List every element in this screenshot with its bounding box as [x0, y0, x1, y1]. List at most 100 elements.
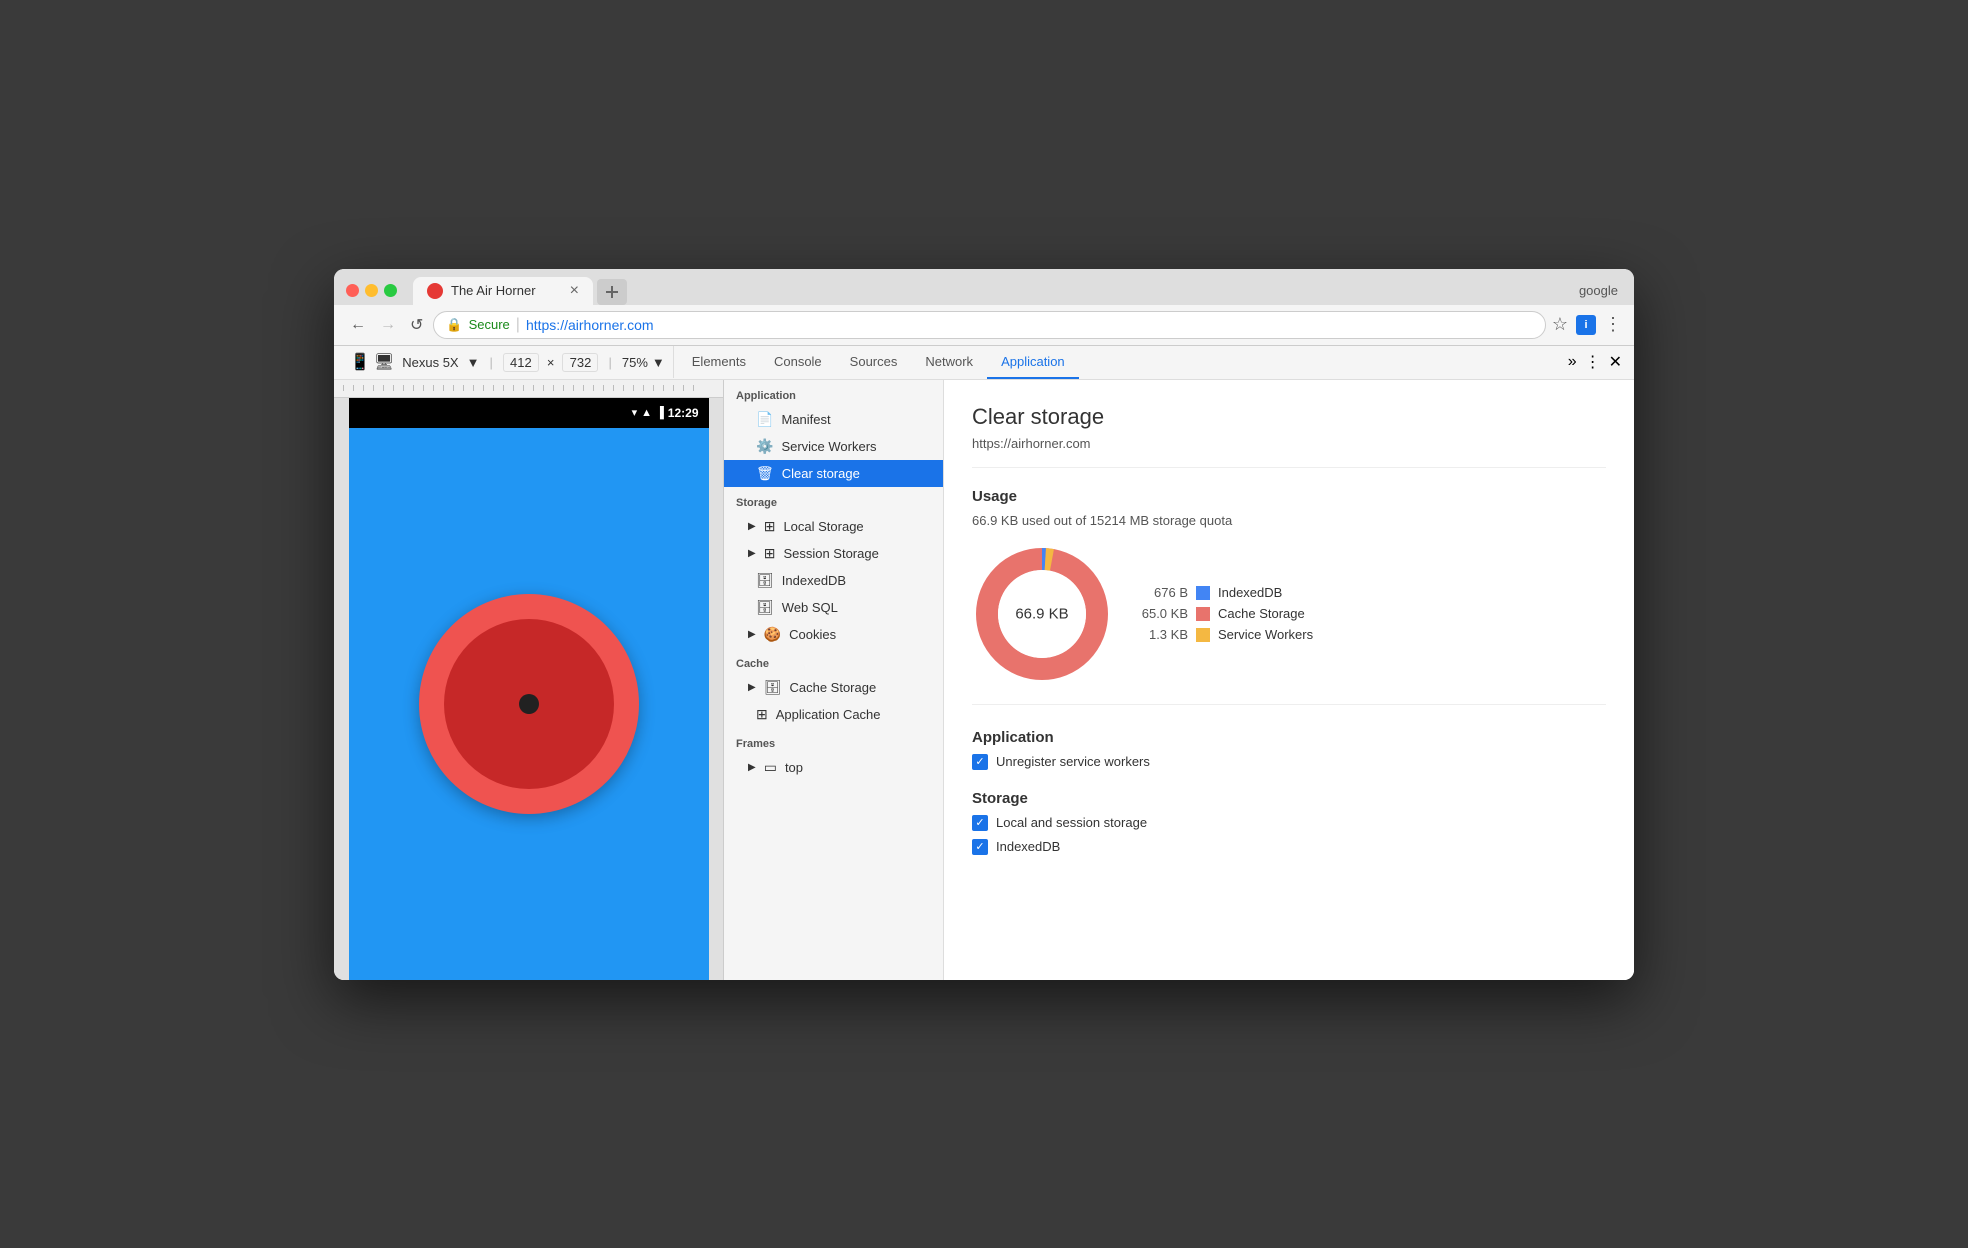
- address-input[interactable]: 🔒 Secure | https://airhorner.com: [433, 311, 1545, 339]
- check-unregister-sw: Unregister service workers: [972, 754, 1606, 770]
- wsql-label: Web SQL: [782, 600, 838, 615]
- manifest-label: Manifest: [781, 412, 830, 427]
- checkbox-local-session[interactable]: [972, 815, 988, 831]
- legend-color-service-workers: [1196, 628, 1210, 642]
- legend-value-cache-storage: 65.0 KB: [1136, 606, 1188, 621]
- maximize-button[interactable]: [384, 284, 397, 297]
- main-content: ▾ ▲ ▐ 12:29 Application 📄: [334, 380, 1634, 980]
- phone-status-bar: ▾ ▲ ▐ 12:29: [349, 398, 709, 428]
- devtools-tabs: Elements Console Sources Network Applica…: [678, 346, 1564, 379]
- ls-icon: ⊞: [764, 518, 776, 535]
- tab-console[interactable]: Console: [760, 346, 836, 379]
- idb-icon: 🗄: [756, 572, 774, 589]
- usage-text: 66.9 KB used out of 15214 MB storage quo…: [972, 513, 1606, 528]
- devtools-controls: » ⋮ ✕: [1568, 352, 1626, 372]
- label-local-session: Local and session storage: [996, 815, 1147, 830]
- tab-close-button[interactable]: ×: [570, 283, 579, 299]
- usage-section-header: Usage: [972, 488, 1606, 505]
- legend-item-service-workers: 1.3 KB Service Workers: [1136, 627, 1313, 642]
- device-toolbar: 📱 🖥 Nexus 5X ▼ | 412 × 732 | 75% ▼: [342, 346, 674, 378]
- url-display: https://airhorner.com: [526, 317, 654, 333]
- secure-icon: 🔒: [446, 317, 462, 333]
- phone-frame: ▾ ▲ ▐ 12:29: [349, 398, 709, 980]
- checkbox-unregister-sw[interactable]: [972, 754, 988, 770]
- google-account: google: [1579, 283, 1622, 298]
- screen-cast-icon[interactable]: 🖥: [374, 352, 394, 372]
- top-label: top: [785, 760, 803, 775]
- tab-network[interactable]: Network: [911, 346, 987, 379]
- sidebar-item-indexeddb[interactable]: 🗄 IndexedDB: [724, 567, 943, 594]
- ss-label: Session Storage: [783, 546, 878, 561]
- check-local-session: Local and session storage: [972, 815, 1606, 831]
- sidebar-item-manifest[interactable]: 📄 Manifest: [724, 406, 943, 433]
- device-dropdown[interactable]: ▼: [467, 355, 480, 370]
- cache-label: Cache Storage: [789, 680, 876, 695]
- cookies-icon: 🍪: [764, 626, 781, 643]
- manifest-icon: 📄: [756, 411, 773, 428]
- sidebar-item-web-sql[interactable]: 🗄 Web SQL: [724, 594, 943, 621]
- tab-application[interactable]: Application: [987, 346, 1079, 379]
- close-button[interactable]: [346, 284, 359, 297]
- dimension-x: ×: [547, 355, 555, 370]
- app-section-header: Application: [972, 729, 1606, 746]
- vinyl-record-outer: [419, 594, 639, 814]
- title-bar: The Air Horner × google: [334, 269, 1634, 305]
- ls-label: Local Storage: [783, 519, 863, 534]
- devtools-menu-icon[interactable]: ⋮: [1585, 352, 1601, 372]
- bookmark-icon[interactable]: ☆: [1552, 314, 1568, 335]
- sidebar-item-service-workers[interactable]: ⚙️ Service Workers: [724, 433, 943, 460]
- legend-label-service-workers: Service Workers: [1218, 627, 1313, 642]
- sidebar-item-local-storage[interactable]: ▶ ⊞ Local Storage: [724, 513, 943, 540]
- extension-icon[interactable]: i: [1576, 315, 1596, 335]
- top-arrow: ▶: [748, 762, 756, 773]
- device-name: Nexus 5X: [402, 355, 458, 370]
- reload-button[interactable]: ↺: [406, 313, 427, 337]
- legend-value-indexeddb: 676 B: [1136, 585, 1188, 600]
- sidebar-section-cache: Cache: [724, 648, 943, 674]
- width-input[interactable]: 412: [503, 353, 539, 372]
- cache-icon: 🗄: [764, 679, 782, 696]
- new-tab-button[interactable]: [597, 279, 627, 305]
- check-indexeddb: IndexedDB: [972, 839, 1606, 855]
- panel-title: Clear storage: [972, 404, 1606, 430]
- sw-icon: ⚙️: [756, 438, 773, 455]
- checkbox-indexeddb[interactable]: [972, 839, 988, 855]
- appcache-label: Application Cache: [776, 707, 881, 722]
- browser-tab[interactable]: The Air Horner ×: [413, 277, 593, 305]
- height-input[interactable]: 732: [562, 353, 598, 372]
- storage-section-header: Storage: [972, 790, 1606, 807]
- more-tabs-icon[interactable]: »: [1568, 353, 1577, 371]
- minimize-button[interactable]: [365, 284, 378, 297]
- forward-button[interactable]: →: [376, 314, 400, 336]
- signal-icon: ▲: [641, 407, 652, 419]
- sidebar-item-clear-storage[interactable]: 🗑 Clear storage: [724, 460, 943, 487]
- ss-icon: ⊞: [764, 545, 776, 562]
- legend-value-service-workers: 1.3 KB: [1136, 627, 1188, 642]
- cookies-label: Cookies: [789, 627, 836, 642]
- zoom-select[interactable]: 75%: [622, 355, 648, 370]
- devtools-close-icon[interactable]: ✕: [1609, 352, 1622, 372]
- donut-label: 66.9 KB: [1015, 605, 1068, 622]
- tab-title: The Air Horner: [451, 283, 562, 298]
- toolbar-right: ☆ i ⋮: [1552, 314, 1622, 335]
- back-button[interactable]: ←: [346, 314, 370, 336]
- sidebar-section-application: Application: [724, 380, 943, 406]
- sidebar-item-session-storage[interactable]: ▶ ⊞ Session Storage: [724, 540, 943, 567]
- zoom-dropdown[interactable]: ▼: [652, 355, 665, 370]
- vinyl-record-inner: [444, 619, 614, 789]
- label-unregister-sw: Unregister service workers: [996, 754, 1150, 769]
- chart-area: 66.9 KB 676 B IndexedDB 65.0 KB Cache St…: [972, 544, 1606, 705]
- address-bar: ← → ↺ 🔒 Secure | https://airhorner.com ☆…: [334, 305, 1634, 346]
- sidebar-item-cookies[interactable]: ▶ 🍪 Cookies: [724, 621, 943, 648]
- legend-item-cache-storage: 65.0 KB Cache Storage: [1136, 606, 1313, 621]
- sidebar-item-top[interactable]: ▶ ▭ top: [724, 754, 943, 781]
- device-toggle-icon[interactable]: 📱: [350, 352, 370, 372]
- tab-sources[interactable]: Sources: [836, 346, 912, 379]
- battery-icon: ▐: [656, 407, 664, 419]
- sidebar-item-app-cache[interactable]: ⊞ Application Cache: [724, 701, 943, 728]
- appcache-icon: ⊞: [756, 706, 768, 723]
- menu-icon[interactable]: ⋮: [1604, 314, 1622, 335]
- sidebar-item-cache-storage[interactable]: ▶ 🗄 Cache Storage: [724, 674, 943, 701]
- tab-elements[interactable]: Elements: [678, 346, 760, 379]
- cs-label: Clear storage: [782, 466, 860, 481]
